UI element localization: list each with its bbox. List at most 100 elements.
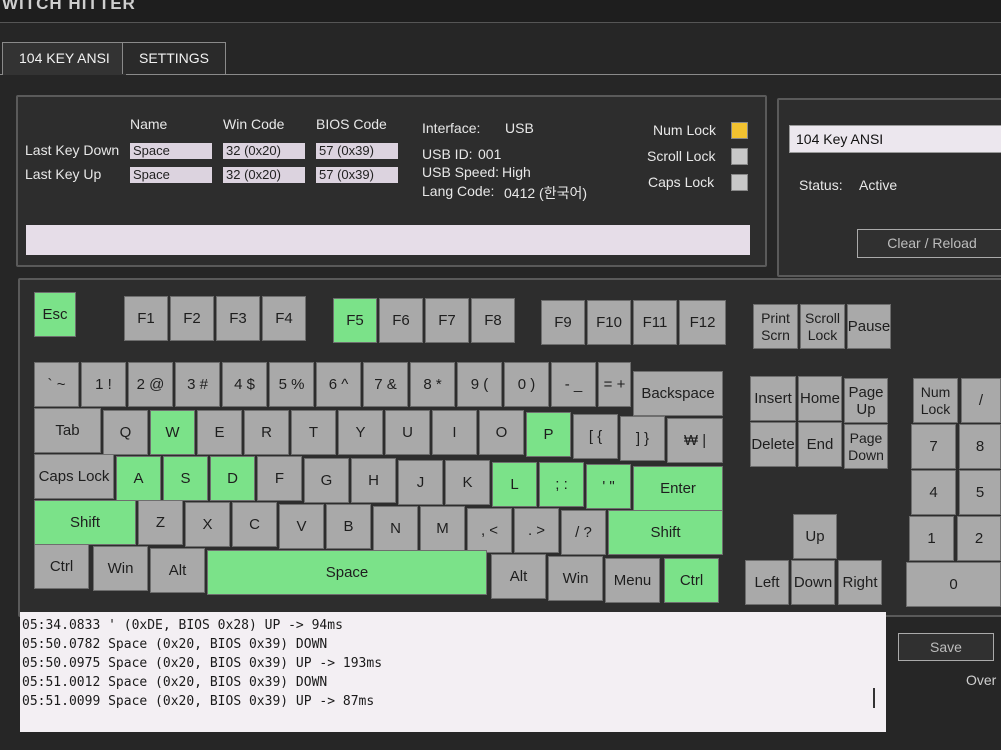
key-4[interactable]: 4 $ — [222, 362, 267, 407]
key-space[interactable]: Space — [207, 550, 487, 595]
key-num-5[interactable]: 5 — [959, 470, 1001, 515]
key-scroll-lock[interactable]: Scroll Lock — [800, 304, 845, 349]
key-7[interactable]: 7 & — [363, 362, 408, 407]
key-f11[interactable]: F11 — [633, 300, 677, 345]
key-f3[interactable]: F3 — [216, 296, 260, 341]
key-up[interactable]: Up — [793, 514, 837, 559]
key-num-1[interactable]: 1 — [909, 516, 954, 561]
key-0[interactable]: 0 ) — [504, 362, 549, 407]
key-2[interactable]: 2 @ — [128, 362, 173, 407]
key-num-lock[interactable]: Num Lock — [913, 378, 958, 423]
key-x[interactable]: X — [185, 502, 230, 547]
key-won[interactable]: ₩ | — [667, 418, 723, 463]
key-delete[interactable]: Delete — [750, 422, 796, 467]
key-esc[interactable]: Esc — [34, 292, 76, 337]
key-f1[interactable]: F1 — [124, 296, 168, 341]
key-b[interactable]: B — [326, 504, 371, 549]
key-s[interactable]: S — [163, 456, 208, 501]
key-o[interactable]: O — [479, 410, 524, 455]
key-f12[interactable]: F12 — [679, 300, 726, 345]
key-lwin[interactable]: Win — [93, 546, 148, 591]
key-u[interactable]: U — [385, 410, 430, 455]
key-f8[interactable]: F8 — [471, 298, 515, 343]
key-left[interactable]: Left — [745, 560, 789, 605]
key-pause[interactable]: Pause — [847, 304, 891, 349]
key-t[interactable]: T — [291, 410, 336, 455]
key-5[interactable]: 5 % — [269, 362, 314, 407]
key-6[interactable]: 6 ^ — [316, 362, 361, 407]
key-rwin[interactable]: Win — [548, 556, 603, 601]
key-rbracket[interactable]: ] } — [620, 416, 665, 461]
key-enter[interactable]: Enter — [633, 466, 723, 511]
key-num-slash[interactable]: / — [961, 378, 1001, 423]
key-d[interactable]: D — [210, 456, 255, 501]
key-rctrl[interactable]: Ctrl — [664, 558, 719, 603]
key-f9[interactable]: F9 — [541, 300, 585, 345]
key-lctrl[interactable]: Ctrl — [34, 544, 89, 589]
key-menu[interactable]: Menu — [605, 558, 660, 603]
key-down[interactable]: Down — [791, 560, 835, 605]
key-e[interactable]: E — [197, 410, 242, 455]
key-n[interactable]: N — [373, 506, 418, 551]
key-page-down[interactable]: Page Down — [844, 424, 888, 469]
key-q[interactable]: Q — [103, 410, 148, 455]
key-h[interactable]: H — [351, 458, 396, 503]
key-quote[interactable]: ' " — [586, 464, 631, 509]
key-num-4[interactable]: 4 — [911, 470, 956, 515]
key-f10[interactable]: F10 — [587, 300, 631, 345]
key-f5[interactable]: F5 — [333, 298, 377, 343]
key-8[interactable]: 8 * — [410, 362, 455, 407]
key-num-8[interactable]: 8 — [959, 424, 1001, 469]
key-f7[interactable]: F7 — [425, 298, 469, 343]
key-c[interactable]: C — [232, 502, 277, 547]
key-right[interactable]: Right — [838, 560, 882, 605]
key-9[interactable]: 9 ( — [457, 362, 502, 407]
tab-settings[interactable]: SETTINGS — [122, 42, 227, 74]
key-equals[interactable]: = + — [598, 362, 631, 407]
key-page-up[interactable]: Page Up — [844, 378, 888, 423]
key-j[interactable]: J — [398, 460, 443, 505]
key-f6[interactable]: F6 — [379, 298, 423, 343]
key-num-7[interactable]: 7 — [911, 424, 956, 469]
key-y[interactable]: Y — [338, 410, 383, 455]
key-w[interactable]: W — [150, 410, 195, 455]
key-slash[interactable]: / ? — [561, 510, 606, 555]
key-semicolon[interactable]: ; : — [539, 462, 584, 507]
tab-104-key-ansi[interactable]: 104 KEY ANSI — [2, 42, 127, 75]
key-backtick[interactable]: ` ~ — [34, 362, 79, 407]
key-z[interactable]: Z — [138, 500, 183, 545]
key-home[interactable]: Home — [798, 376, 842, 421]
key-tab[interactable]: Tab — [34, 408, 101, 453]
key-print-scrn[interactable]: Print Scrn — [753, 304, 798, 349]
key-rshift[interactable]: Shift — [608, 510, 723, 555]
key-minus[interactable]: - _ — [551, 362, 596, 407]
key-l[interactable]: L — [492, 462, 537, 507]
key-k[interactable]: K — [445, 460, 490, 505]
save-button[interactable]: Save — [898, 633, 994, 661]
key-3[interactable]: 3 # — [175, 362, 220, 407]
key-backspace[interactable]: Backspace — [633, 371, 723, 416]
key-num-0[interactable]: 0 — [906, 562, 1001, 607]
key-end[interactable]: End — [798, 422, 842, 467]
key-f2[interactable]: F2 — [170, 296, 214, 341]
key-m[interactable]: M — [420, 506, 465, 551]
layout-select[interactable]: 104 Key ANSI — [789, 125, 1001, 153]
key-f4[interactable]: F4 — [262, 296, 306, 341]
key-lbracket[interactable]: [ { — [573, 414, 618, 459]
key-period[interactable]: . > — [514, 508, 559, 553]
key-ralt[interactable]: Alt — [491, 554, 546, 599]
key-num-2[interactable]: 2 — [957, 516, 1001, 561]
event-log[interactable]: 05:34.0833 ' (0xDE, BIOS 0x28) UP -> 94m… — [20, 612, 886, 732]
key-i[interactable]: I — [432, 410, 477, 455]
key-1[interactable]: 1 ! — [81, 362, 126, 407]
clear-reload-button[interactable]: Clear / Reload — [857, 229, 1001, 258]
key-lalt[interactable]: Alt — [150, 548, 205, 593]
key-lshift[interactable]: Shift — [34, 500, 136, 545]
key-g[interactable]: G — [304, 458, 349, 503]
key-f[interactable]: F — [257, 456, 302, 501]
key-r[interactable]: R — [244, 410, 289, 455]
key-caps-lock[interactable]: Caps Lock — [34, 454, 114, 499]
key-comma[interactable]: , < — [467, 508, 512, 553]
key-v[interactable]: V — [279, 504, 324, 549]
key-insert[interactable]: Insert — [750, 376, 796, 421]
